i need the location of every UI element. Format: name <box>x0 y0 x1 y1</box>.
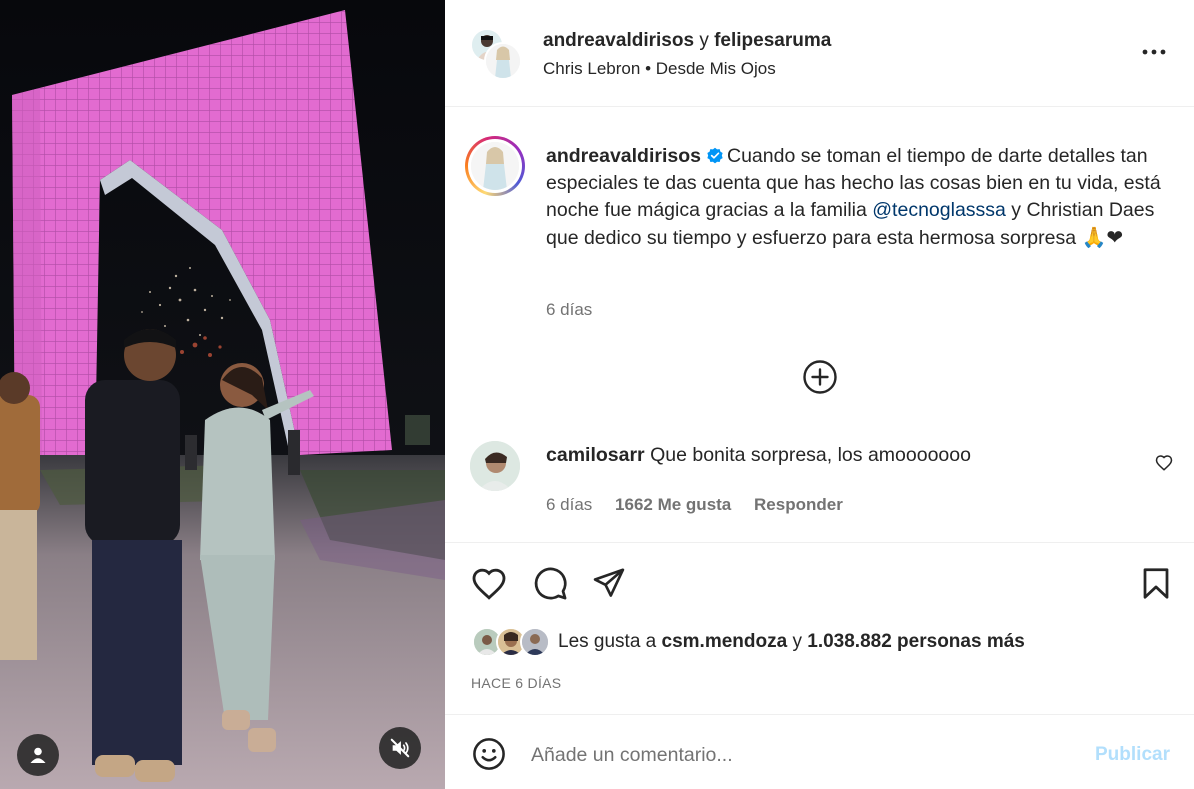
comment-timestamp[interactable]: 6 días <box>546 495 592 514</box>
liked-by-prefix: Les gusta a <box>558 631 657 652</box>
heart-icon <box>472 568 506 600</box>
more-options-button[interactable] <box>1139 40 1169 64</box>
liked-by-conjunction: y <box>792 631 802 652</box>
publish-button[interactable]: Publicar <box>1095 744 1170 766</box>
comment-avatar[interactable] <box>470 441 520 491</box>
add-comment-bar: Publicar <box>445 716 1194 789</box>
comment-body: Que bonita sorpresa, los amooooooo <box>650 444 971 466</box>
comment-button[interactable] <box>532 565 568 601</box>
heart-icon[interactable] <box>1155 454 1173 472</box>
post-details-panel: andreavaldirisos y felipesaruma Chris Le… <box>445 0 1194 789</box>
caption-emojis: 🙏❤ <box>1081 225 1124 249</box>
verified-badge-icon <box>707 147 723 164</box>
audio-separator: • <box>645 59 652 78</box>
more-horizontal-icon <box>1142 49 1166 55</box>
comment-text: camilosarr Que bonita sorpresa, los amoo… <box>546 444 971 467</box>
save-button[interactable] <box>1138 565 1174 601</box>
collaborator-username[interactable]: felipesaruma <box>714 30 831 51</box>
liked-by-text: Les gusta a csm.mendoza y 1.038.882 pers… <box>558 631 1025 653</box>
caption-timestamp[interactable]: 6 días <box>546 300 592 320</box>
smiley-icon[interactable] <box>472 737 506 771</box>
post-media-video[interactable] <box>0 0 445 789</box>
comment-reply-button[interactable]: Responder <box>754 495 843 514</box>
collab-avatars[interactable] <box>470 28 522 80</box>
liked-by-avatars[interactable] <box>472 627 554 659</box>
bookmark-icon <box>1143 567 1169 599</box>
audio-track: Desde Mis Ojos <box>655 59 776 78</box>
caption-mention-link[interactable]: @tecnoglasssa <box>872 199 1006 221</box>
share-button[interactable] <box>591 565 627 601</box>
avatar[interactable] <box>484 42 522 80</box>
paper-plane-icon <box>593 568 625 597</box>
comment-bubble-icon <box>534 567 567 599</box>
plus-circle-icon[interactable] <box>802 359 838 395</box>
post-timestamp[interactable]: HACE 6 DÍAS <box>471 675 561 691</box>
comment-input[interactable] <box>531 739 1071 771</box>
audio-artist: Chris Lebron <box>543 59 641 78</box>
comment-meta: 6 días 1662 Me gusta Responder <box>546 495 843 515</box>
speaker-muted-icon <box>390 738 410 758</box>
liked-by-others[interactable]: 1.038.882 personas más <box>807 631 1025 652</box>
account-username[interactable]: andreavaldirisos <box>543 30 694 51</box>
post-accounts: andreavaldirisos y felipesaruma <box>543 30 831 52</box>
liked-by-username[interactable]: csm.mendoza <box>662 631 788 652</box>
post-actions-section: Les gusta a csm.mendoza y 1.038.882 pers… <box>445 542 1194 715</box>
comment-username[interactable]: camilosarr <box>546 444 645 466</box>
caption-text: andreavaldirisos Cuando se toman el tiem… <box>546 143 1166 252</box>
comment-likes-count[interactable]: 1662 Me gusta <box>615 495 731 514</box>
post-header: andreavaldirisos y felipesaruma Chris Le… <box>445 0 1194 107</box>
mute-toggle-button[interactable] <box>379 727 421 769</box>
avatar <box>520 627 550 657</box>
tagged-users-button[interactable] <box>17 734 59 776</box>
user-icon <box>30 747 46 763</box>
like-button[interactable] <box>471 565 507 601</box>
accounts-conjunction: y <box>699 30 709 51</box>
caption-avatar[interactable] <box>465 136 525 196</box>
video-frame-image <box>0 0 445 789</box>
audio-attribution[interactable]: Chris Lebron • Desde Mis Ojos <box>543 59 776 79</box>
caption-username[interactable]: andreavaldirisos <box>546 145 701 167</box>
